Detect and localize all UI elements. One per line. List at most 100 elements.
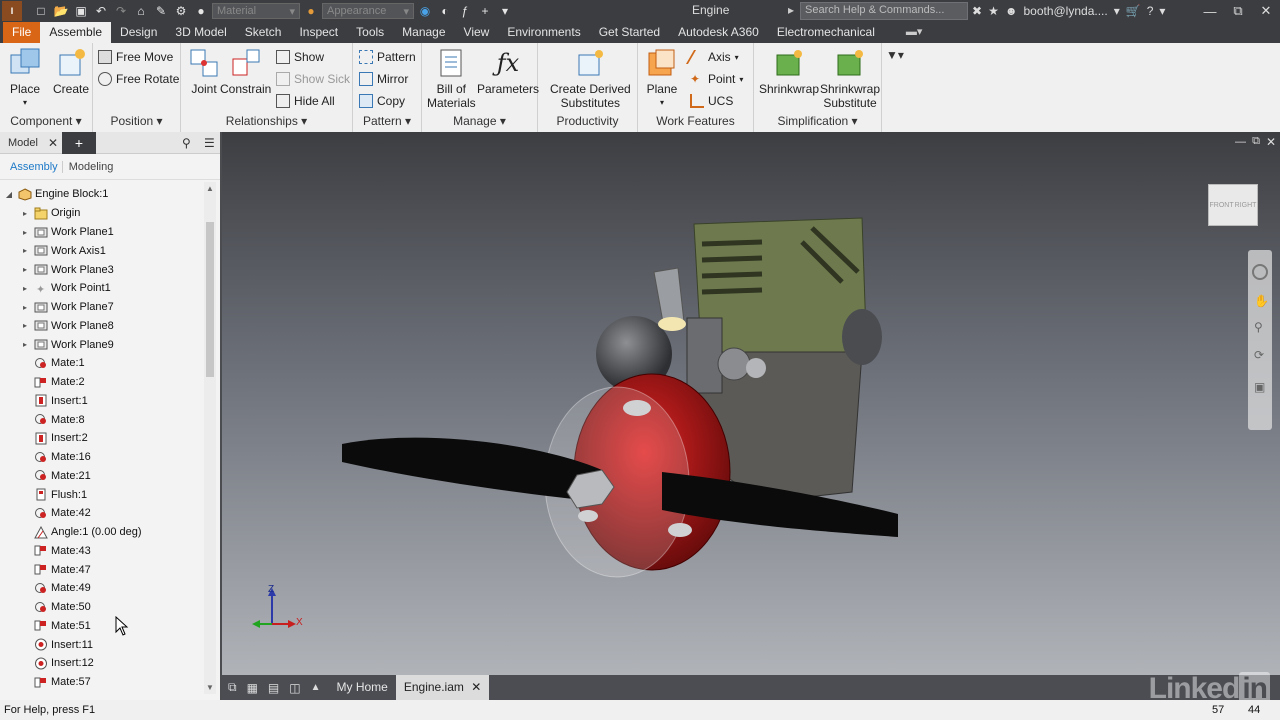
tree-item[interactable]: Insert:1 [20,392,88,411]
joint-button[interactable]: Joint [188,47,220,96]
expand-icon[interactable]: ▸ [20,340,30,349]
pattern-button[interactable]: Pattern [359,48,416,66]
create-derived-substitutes-button[interactable]: Create Derived Substitutes [550,47,631,110]
restore-icon[interactable]: ⧉ [1224,0,1252,22]
clear-appearance-icon[interactable]: ◐ [436,2,454,20]
tree-item[interactable]: Insert:2 [20,429,88,448]
axis-button[interactable]: Axis ▾ [685,48,739,66]
shrinkwrap-button[interactable]: Shrinkwrap [759,47,819,96]
tab-manage[interactable]: Manage [393,22,454,43]
tab-file[interactable]: File [3,22,41,43]
place-button[interactable]: Place ▾ [9,47,41,110]
add-browser-tab-icon[interactable]: + [62,132,96,154]
mirror-button[interactable]: Mirror [359,70,408,88]
tab-assemble[interactable]: Assemble [40,22,112,43]
steering-wheel-icon[interactable] [1252,264,1268,280]
scrollbar-thumb[interactable] [206,222,214,377]
tab-sketch[interactable]: Sketch [236,22,291,43]
tree-item[interactable]: ▸ Work Plane8 [20,317,114,336]
group-title-simplification[interactable]: Simplification ▾ [754,114,881,130]
scroll-down-icon[interactable]: ▼ [206,683,214,692]
measure-icon[interactable]: ⚙ [172,2,190,20]
constrain-button[interactable]: Constrain [220,47,271,96]
view-cube[interactable]: FRONT RIGHT [1208,184,1258,226]
tree-item[interactable]: Mate:51 [20,617,91,636]
cascade-windows-icon[interactable]: ⧉ [228,680,237,695]
tab-my-home[interactable]: My Home [329,675,396,700]
new-file-icon[interactable]: □ [32,2,50,20]
material-ball-icon[interactable]: ● [192,2,210,20]
tree-item[interactable]: Mate:43 [20,542,91,561]
search-icon[interactable]: ⚲ [182,136,191,150]
group-title-relationships[interactable]: Relationships ▾ [181,114,352,130]
tab-design[interactable]: Design [111,22,166,43]
play-arrow-icon[interactable]: ▸ [788,3,794,17]
copy-button[interactable]: Copy [359,92,405,110]
hide-all-button[interactable]: Hide All [276,92,335,110]
select-icon[interactable]: ✎ [152,2,170,20]
browser-scrollbar[interactable]: ▲ ▼ [204,182,216,694]
cart-icon[interactable]: 🛒 [1126,4,1141,18]
undo-icon[interactable]: ↶ [92,2,110,20]
chevron-down-icon[interactable]: ▾ [1114,4,1120,18]
tree-item[interactable]: ▸ Work Plane3 [20,260,114,279]
tree-item[interactable]: Mate:2 [20,373,85,392]
free-rotate-button[interactable]: Free Rotate [98,70,179,88]
show-button[interactable]: Show [276,48,324,66]
tile-vertical-icon[interactable]: ◫ [289,681,300,695]
tab-autodesk-a360[interactable]: Autodesk A360 [669,22,768,43]
group-title-component[interactable]: Component ▾ [0,114,92,130]
tree-item[interactable]: Mate:50 [20,598,91,617]
zoom-icon[interactable]: ⚲ [1254,320,1263,334]
arrange-up-icon[interactable]: ▲ [311,682,321,693]
show-sick-button[interactable]: Show Sick [276,70,350,88]
chevron-down-icon[interactable]: ▾ [1159,4,1165,18]
tree-item[interactable]: ▸ Origin [20,204,80,223]
viewcube-front-face[interactable]: FRONT [1210,202,1234,209]
bill-of-materials-button[interactable]: Bill of Materials [427,47,476,110]
user-icon[interactable]: ☻ [1005,4,1018,18]
appearance-dropdown[interactable]: Appearance ▾ [322,3,414,19]
expand-icon[interactable]: ▸ [20,209,30,218]
pan-hand-icon[interactable]: ✋ [1254,294,1269,308]
tree-item[interactable]: Mate:21 [20,467,91,486]
tree-item[interactable]: ▸ Work Plane7 [20,298,114,317]
look-at-icon[interactable]: ▣ [1254,380,1265,394]
expand-icon[interactable]: ▸ [20,228,30,237]
tree-item[interactable]: Mate:8 [20,410,85,429]
create-button[interactable]: Create [53,47,89,96]
help-search-input[interactable]: Search Help & Commands... [800,2,968,20]
menu-icon[interactable]: ☰ [204,136,215,150]
tree-item[interactable]: Mate:47 [20,560,91,579]
tab-modeling[interactable]: Modeling [61,160,113,173]
appearance-ball-icon[interactable]: ● [302,2,320,20]
tree-item[interactable]: Mate:57 [20,673,91,692]
close-icon[interactable]: ✕ [1252,0,1280,22]
plane-button[interactable]: Plane ▾ [646,47,678,110]
tab-get-started[interactable]: Get Started [590,22,669,43]
tab-3d-model[interactable]: 3D Model [166,22,235,43]
user-name[interactable]: booth@lynda.... [1023,4,1107,18]
tile-horizontal-icon[interactable]: ▤ [268,681,279,695]
tree-item[interactable]: Angle:1 (0.00 deg) [20,523,142,542]
expand-icon[interactable]: ▸ [20,303,30,312]
tree-item[interactable]: Mate:16 [20,448,91,467]
binoculars-icon[interactable]: ✖ [972,4,982,18]
collapse-icon[interactable]: ◢ [4,190,14,199]
ribbon-display-toggle-icon[interactable]: ▬▾ [906,22,923,43]
tree-item[interactable]: Mate:49 [20,579,91,598]
expand-icon[interactable]: ▸ [20,265,30,274]
viewcube-right-face[interactable]: RIGHT [1235,202,1257,209]
tab-assembly[interactable]: Assembly [10,161,58,173]
ucs-button[interactable]: UCS [690,92,733,110]
free-move-button[interactable]: Free Move [98,48,173,66]
star-icon[interactable]: ★ [988,4,999,18]
close-icon[interactable]: ✕ [48,136,58,150]
parameters-button[interactable]: ƒx Parameters [477,47,539,96]
expand-icon[interactable]: ▸ [20,246,30,255]
expand-icon[interactable]: ▸ [20,284,30,293]
shrinkwrap-substitute-button[interactable]: Shrinkwrap Substitute [820,47,880,110]
help-icon[interactable]: ? [1147,4,1154,18]
tree-item[interactable]: Flush:1 [20,485,87,504]
tab-electromechanical[interactable]: Electromechanical [768,22,884,43]
